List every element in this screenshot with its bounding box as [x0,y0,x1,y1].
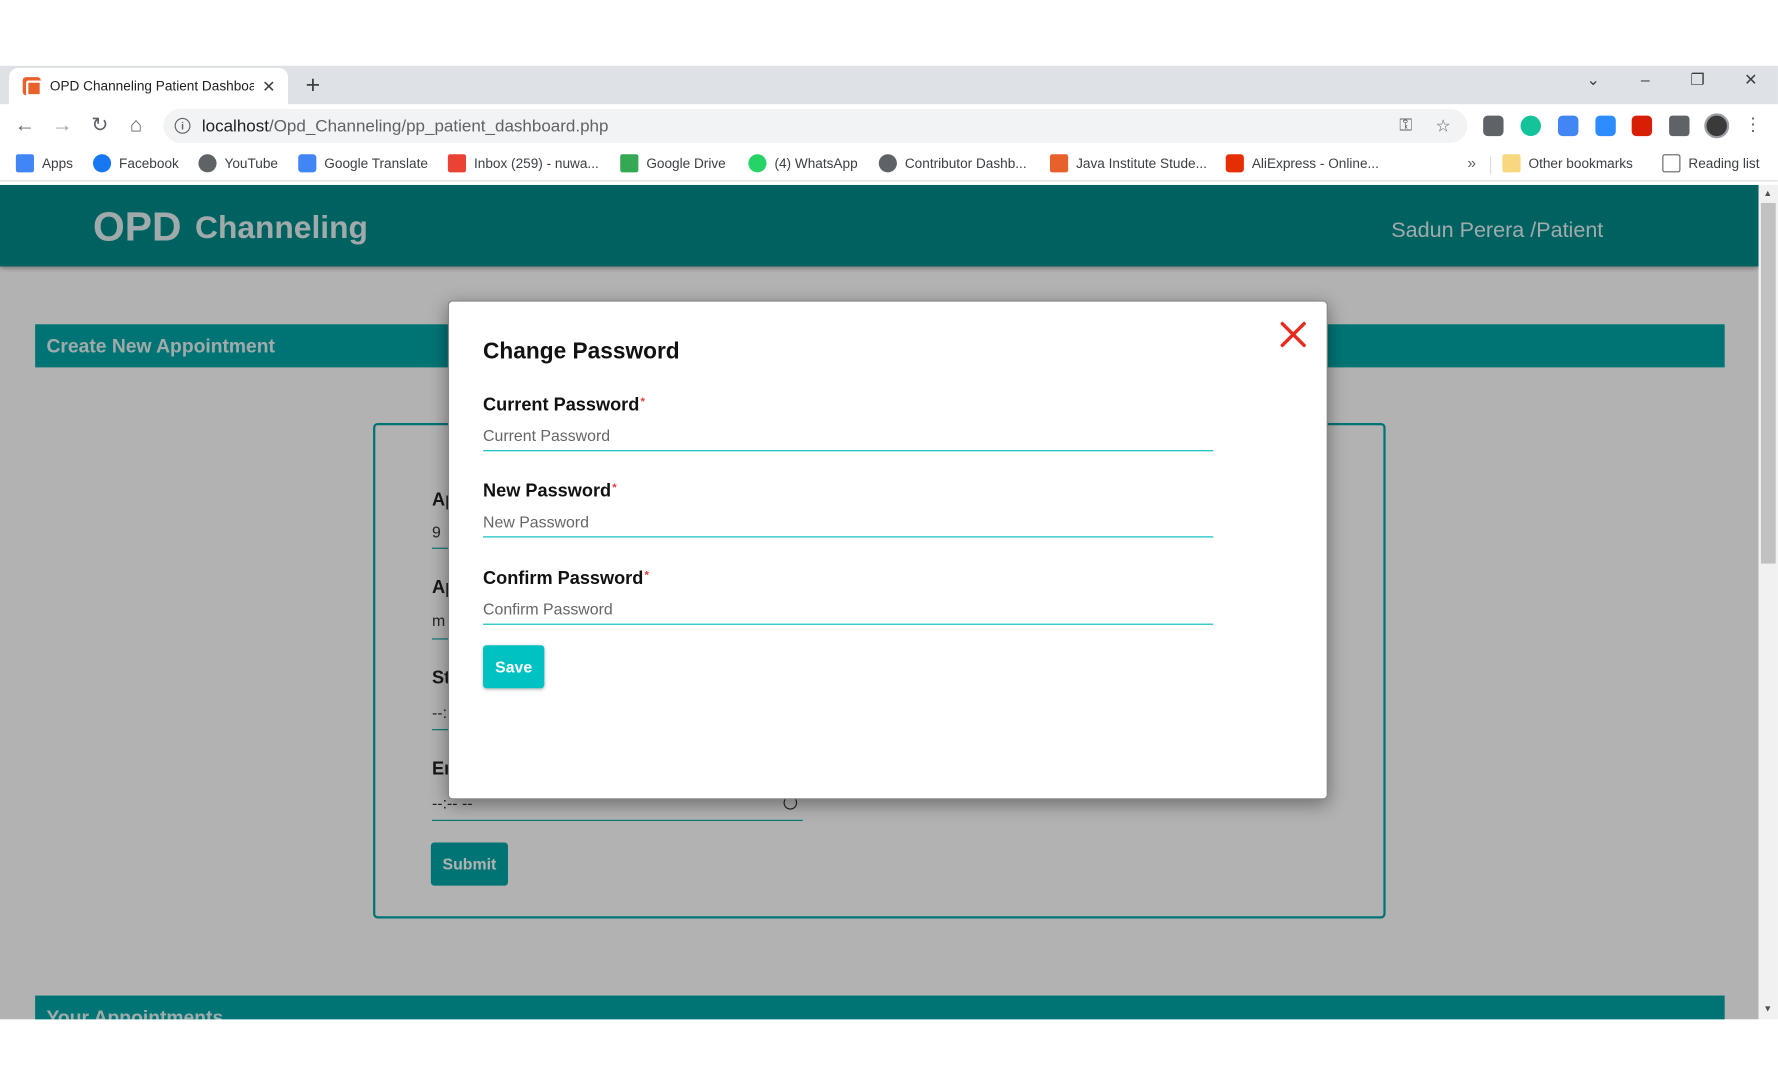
bookmark-youtube[interactable]: YouTube [198,154,278,173]
pdf-extension-icon[interactable] [1631,115,1653,137]
reading-list-button[interactable]: Reading list [1662,154,1760,173]
bookmark-label: Facebook [119,155,179,172]
tab-strip: OPD Channeling Patient Dashboard ✕ + ⌄ –… [0,65,1778,105]
confirm-password-label: Confirm Password* [483,569,649,589]
bookmark-label: Inbox (259) - nuwa... [473,155,599,172]
extensions-puzzle-icon[interactable] [1669,115,1690,137]
tab-title: OPD Channeling Patient Dashboard [49,78,254,95]
whatsapp-icon [748,154,767,173]
forward-icon[interactable]: → [50,113,75,137]
bookmark-apps[interactable]: Apps [15,154,73,173]
bookmark-label: Other bookmarks [1528,155,1633,172]
bookmark-label: AliExpress - Online... [1251,155,1379,172]
tab-favicon-icon [22,77,42,97]
site-info-icon[interactable]: i [174,117,191,134]
scroll-up-icon[interactable]: ▲ [1763,188,1772,198]
profile-avatar[interactable] [1704,113,1730,139]
new-tab-button[interactable]: + [297,70,329,99]
translate-icon [298,154,317,173]
url-host: localhost [201,116,269,136]
more-bookmarks-button[interactable]: » [1467,153,1476,171]
translate-extension-icon[interactable] [1557,115,1579,137]
change-password-modal: Change Password Current Password* New Pa… [447,300,1328,800]
browser-menu-icon[interactable]: ⋮ [1744,113,1762,136]
gmail-icon [447,154,467,173]
bookmark-label: Contributor Dashb... [904,155,1027,172]
bookmark-label: Java Institute Stude... [1076,155,1207,172]
bookmark-inbox[interactable]: Inbox (259) - nuwa... [447,154,599,173]
save-button[interactable]: Save [483,645,545,689]
bookmark-aliexpress[interactable]: AliExpress - Online... [1225,154,1379,173]
bookmarks-bar: Apps Facebook YouTube Google Translate I… [0,147,1778,182]
bookmark-divider [1489,156,1492,175]
bookmark-label: Apps [41,155,73,172]
folder-icon [1502,154,1521,173]
tab-close-icon[interactable]: ✕ [261,77,277,96]
aliexpress-icon [1225,154,1244,173]
confirm-password-input[interactable] [483,593,1214,625]
reader-mode-icon[interactable] [1483,115,1504,137]
bookmark-label: YouTube [224,155,278,172]
browser-tab[interactable]: OPD Channeling Patient Dashboard ✕ [9,68,289,105]
back-icon[interactable]: ← [12,113,37,137]
bookmark-label: (4) WhatsApp [774,155,858,172]
url-path: /Opd_Channeling/pp_patient_dashboard.php [268,116,609,136]
current-password-label: Current Password* [483,395,645,416]
browser-window: OPD Channeling Patient Dashboard ✕ + ⌄ –… [0,0,1778,1085]
current-password-input[interactable] [483,419,1214,452]
tab-search-icon[interactable]: ⌄ [1576,70,1610,89]
password-key-icon[interactable]: ⚿ [1399,116,1412,135]
page-viewport: OPD Channeling Sadun Perera /Patient Cre… [0,184,1759,1020]
close-window-button[interactable]: ✕ [1734,70,1768,89]
scrollbar-thumb[interactable] [1760,202,1776,564]
grammarly-icon[interactable] [1520,115,1541,137]
globe-icon [878,154,897,173]
address-bar[interactable]: i localhost /Opd_Channeling/pp_patient_d… [163,108,1468,143]
modal-title: Change Password [483,339,680,364]
reading-list-icon [1662,154,1681,173]
globe-icon [198,154,217,173]
bookmark-label: Google Translate [324,155,428,172]
facebook-icon [92,154,112,173]
java-icon [1049,154,1069,173]
maximize-button[interactable]: ❐ [1680,70,1714,89]
new-password-input[interactable] [483,505,1214,538]
home-icon[interactable]: ⌂ [124,113,149,137]
browser-toolbar: ← → ↻ ⌂ i localhost /Opd_Channeling/pp_p… [0,104,1778,148]
scroll-down-icon[interactable]: ▼ [1763,1004,1772,1014]
reload-icon[interactable]: ↻ [87,113,112,137]
bookmark-java-institute[interactable]: Java Institute Stude... [1049,154,1207,173]
page-scrollbar[interactable]: ▲ ▼ [1758,184,1778,1020]
bookmark-contributor[interactable]: Contributor Dashb... [878,154,1027,173]
drive-icon [620,154,639,173]
close-icon[interactable] [1279,320,1308,349]
bookmark-google-drive[interactable]: Google Drive [620,154,726,173]
bookmark-other[interactable]: Other bookmarks [1502,154,1633,173]
bookmark-whatsapp[interactable]: (4) WhatsApp [748,154,858,173]
apps-grid-icon [15,154,35,173]
bookmark-star-icon[interactable]: ☆ [1436,116,1451,136]
minimize-button[interactable]: – [1628,70,1662,88]
new-password-label: New Password* [483,481,617,502]
bookmark-facebook[interactable]: Facebook [92,154,179,173]
bookmark-label: Google Drive [646,155,726,172]
bookmark-label: Reading list [1688,155,1760,172]
bookmark-google-translate[interactable]: Google Translate [298,154,428,173]
zoom-extension-icon[interactable] [1595,115,1616,137]
